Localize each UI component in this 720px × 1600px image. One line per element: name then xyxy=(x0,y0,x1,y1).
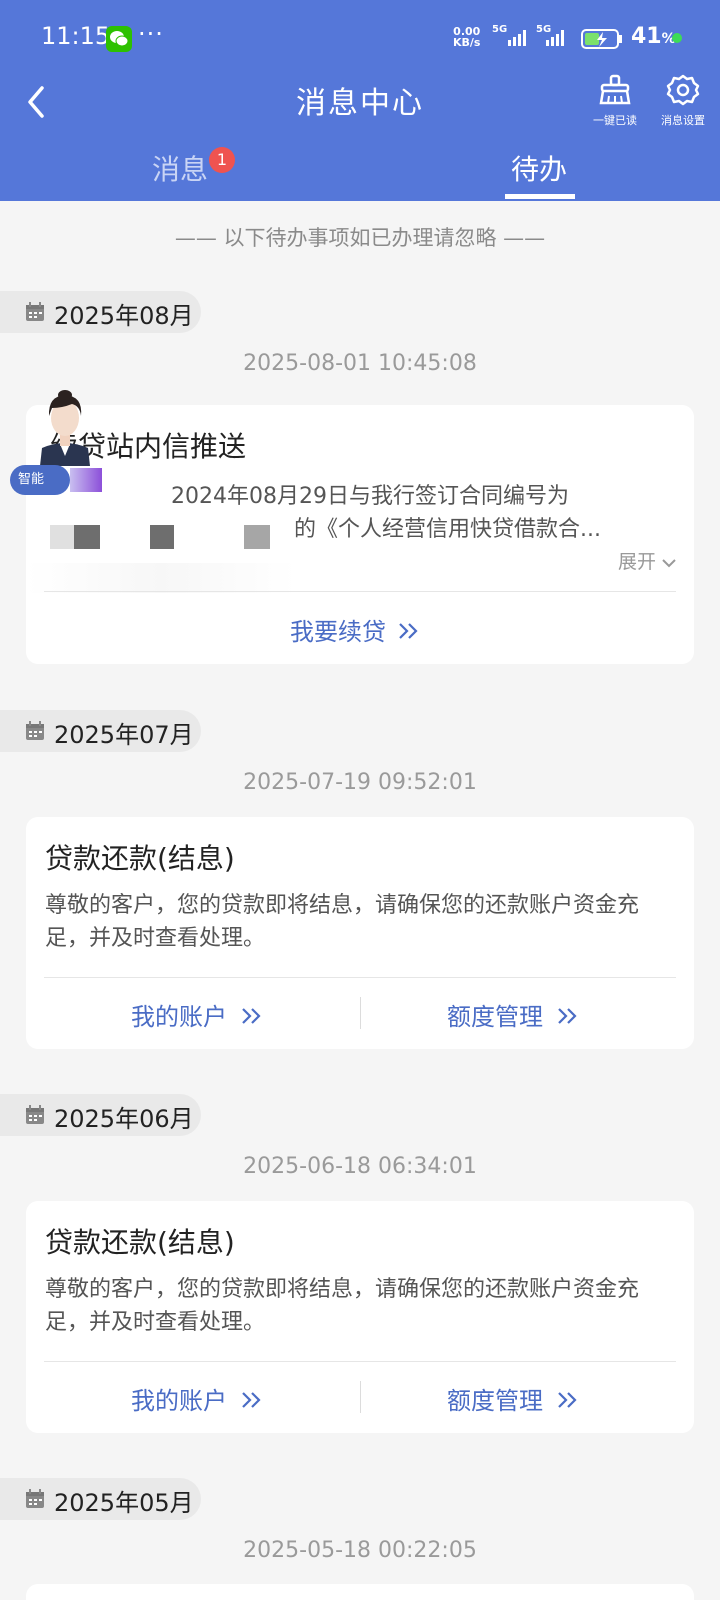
tab-messages[interactable]: 消息 xyxy=(152,148,208,188)
expand-label: 展开 xyxy=(617,551,656,573)
calendar-icon xyxy=(26,721,44,740)
card-title: 贷款还款(结息) xyxy=(45,842,235,875)
message-card[interactable]: 贷款还款(结息) 尊敬的客户，您的贷款即将结息，请确保您的还款账户资金充足，并及… xyxy=(26,817,694,1049)
card-divider xyxy=(44,591,676,592)
message-card[interactable]: 贷款还款(结息) 尊敬的客户，您的贷款即将结息，请确保您的还款账户资金充足，并及… xyxy=(26,1201,694,1433)
action-separator xyxy=(360,1381,361,1413)
month-header: 2025年05月 xyxy=(0,1478,201,1520)
assistant-avatar-image xyxy=(40,390,90,466)
credit-management-label: 额度管理 xyxy=(447,1387,543,1415)
card-body: 尊敬的客户，您的贷款即将结息，请确保您的还款账户资金充足，并及时查看处理。 xyxy=(45,893,640,951)
active-tab-indicator xyxy=(505,194,575,199)
read-all-label: 一键已读 xyxy=(593,114,637,127)
redacted-block xyxy=(74,525,100,549)
credit-management-link[interactable]: 额度管理 xyxy=(447,997,579,1032)
redacted-block xyxy=(50,525,74,549)
renew-loan-label: 我要续贷 xyxy=(290,618,386,646)
month-header: 2025年06月 xyxy=(0,1094,201,1136)
my-account-label: 我的账户 xyxy=(131,1387,227,1415)
calendar-icon xyxy=(26,1489,44,1508)
redacted-block xyxy=(26,563,296,593)
redacted-block xyxy=(70,468,102,492)
card-body-line1: 2024年08月29日与我行签订合同编号为 xyxy=(171,484,569,509)
message-card[interactable] xyxy=(26,1584,694,1600)
privacy-indicator xyxy=(672,33,682,43)
battery-icon xyxy=(581,28,625,50)
battery-percent: 41% xyxy=(631,24,676,49)
calendar-icon xyxy=(26,302,44,321)
double-chevron-right-icon xyxy=(242,1392,261,1408)
month-label: 2025年07月 xyxy=(54,721,194,749)
double-chevron-right-icon xyxy=(558,1392,577,1408)
gear-icon xyxy=(666,74,700,106)
wechat-icon xyxy=(106,26,132,52)
card-divider xyxy=(44,977,676,978)
timestamp: 2025-07-19 09:52:01 xyxy=(243,770,477,795)
message-card[interactable]: 续贷站内信推送 2024年08月29日与我行签订合同编号为 的《个人经营信用快贷… xyxy=(26,405,694,664)
month-label: 2025年06月 xyxy=(54,1105,194,1133)
month-label: 2025年05月 xyxy=(54,1489,194,1517)
timestamp: 2025-05-18 00:22:05 xyxy=(243,1538,477,1563)
tab-todo[interactable]: 待办 xyxy=(511,148,567,188)
message-settings-label: 消息设置 xyxy=(661,114,705,127)
credit-management-link[interactable]: 额度管理 xyxy=(447,1381,579,1416)
status-bar: 11:15 ··· 0.00 KB/s 5G 5G 41% xyxy=(0,0,720,74)
double-chevron-right-icon xyxy=(399,623,418,639)
net-speed: 0.00 KB/s xyxy=(453,26,480,48)
card-body: 尊敬的客户，您的贷款即将结息，请确保您的还款账户资金充足，并及时查看处理。 xyxy=(45,1277,640,1335)
card-title: 贷款还款(结息) xyxy=(45,1226,235,1259)
calendar-icon xyxy=(26,1105,44,1124)
tab-bar: 消息 1 待办 xyxy=(0,144,720,201)
my-account-label: 我的账户 xyxy=(131,1003,227,1031)
assistant-tag[interactable]: 智能 xyxy=(10,465,70,495)
redacted-block xyxy=(244,525,270,549)
month-header: 2025年08月 xyxy=(0,291,201,333)
read-all-button[interactable]: 一键已读 xyxy=(580,74,650,128)
status-time: 11:15 xyxy=(41,22,111,50)
battery-percent-value: 41 xyxy=(631,24,662,49)
redacted-block xyxy=(150,525,174,549)
timestamp: 2025-06-18 06:34:01 xyxy=(243,1154,477,1179)
assistant-avatar[interactable] xyxy=(30,386,100,466)
month-header: 2025年07月 xyxy=(0,710,201,752)
action-separator xyxy=(360,997,361,1029)
double-chevron-right-icon xyxy=(558,1008,577,1024)
net-speed-unit: KB/s xyxy=(453,36,481,49)
month-label: 2025年08月 xyxy=(54,302,194,330)
nav-bar: 消息中心 一键已读 消息设置 xyxy=(0,74,720,144)
message-settings-button[interactable]: 消息设置 xyxy=(648,74,718,128)
my-account-link[interactable]: 我的账户 xyxy=(131,1381,263,1416)
unread-badge: 1 xyxy=(209,147,235,173)
credit-management-label: 额度管理 xyxy=(447,1003,543,1031)
renew-loan-link[interactable]: 我要续贷 xyxy=(290,612,420,647)
card-body-line2: 的《个人经营信用快贷借款合... xyxy=(294,517,601,542)
timestamp: 2025-08-01 10:45:08 xyxy=(243,351,477,376)
card-divider xyxy=(44,1361,676,1362)
broom-icon xyxy=(599,74,631,105)
expand-button[interactable]: 展开 xyxy=(618,547,676,574)
ignore-notice: —— 以下待办事项如已办理请忽略 —— xyxy=(174,226,546,250)
more-notifications-icon: ··· xyxy=(138,20,164,48)
my-account-link[interactable]: 我的账户 xyxy=(131,997,263,1032)
chevron-down-icon xyxy=(662,559,676,568)
header: 11:15 ··· 0.00 KB/s 5G 5G 41% 消息中心 一键已读 xyxy=(0,0,720,201)
double-chevron-right-icon xyxy=(242,1008,261,1024)
